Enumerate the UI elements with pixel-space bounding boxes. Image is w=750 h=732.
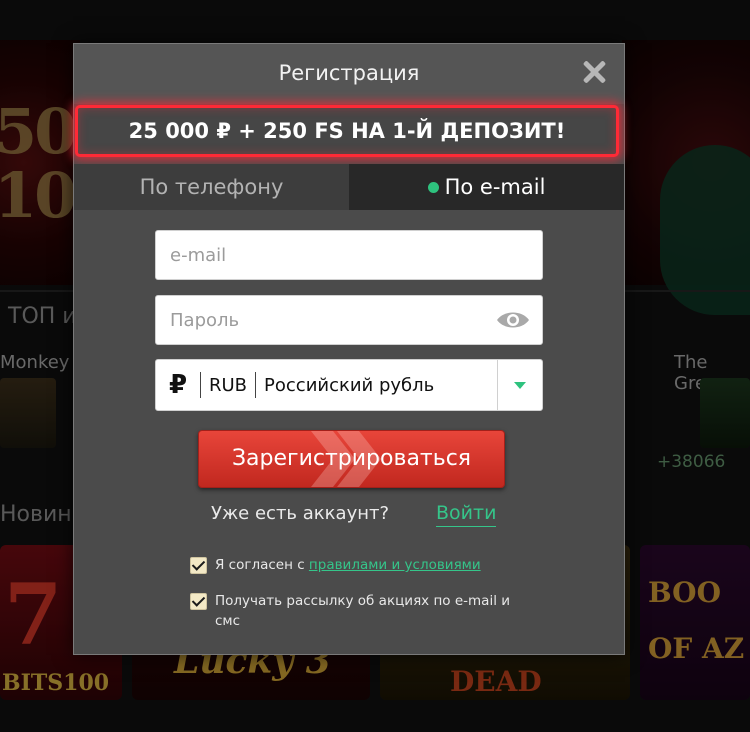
chevron-down-icon bbox=[514, 381, 526, 389]
active-dot-icon bbox=[427, 182, 439, 193]
newsletter-checkbox[interactable] bbox=[190, 593, 207, 610]
currency-select[interactable]: ₽ RUB Российский рубль bbox=[155, 359, 543, 411]
newsletter-row: Получать рассылку об акциях по e-mail и … bbox=[190, 591, 520, 631]
account-question: Уже есть аккаунт? bbox=[211, 503, 390, 524]
password-input[interactable] bbox=[156, 296, 504, 344]
register-button[interactable]: Зарегистрироваться bbox=[198, 430, 505, 488]
show-password-icon[interactable] bbox=[496, 310, 530, 330]
modal-title: Регистрация bbox=[278, 61, 420, 85]
password-field bbox=[155, 295, 543, 345]
currency-code: RUB bbox=[209, 374, 248, 396]
close-icon[interactable] bbox=[582, 60, 606, 84]
registration-tabs: По телефону По e-mail bbox=[74, 164, 624, 210]
modal-header: Регистрация bbox=[74, 44, 624, 104]
tab-phone-label: По телефону bbox=[139, 175, 284, 199]
tab-email-label: По e-mail bbox=[444, 175, 546, 199]
newsletter-label: Получать рассылку об акциях по e-mail и … bbox=[215, 593, 511, 629]
agree-terms-text: Я согласен с правилами и условиями bbox=[215, 555, 481, 575]
agree-terms-checkbox[interactable] bbox=[190, 557, 207, 574]
agree-terms-prefix: Я согласен с bbox=[215, 557, 309, 573]
registration-modal: Регистрация 25 000 ₽ + 250 FS НА 1-Й ДЕП… bbox=[73, 43, 625, 655]
currency-name: Российский рубль bbox=[264, 374, 435, 396]
rules-link[interactable]: правилами и условиями bbox=[309, 557, 481, 573]
email-input[interactable] bbox=[156, 231, 504, 279]
agree-terms-row: Я согласен с правилами и условиями bbox=[190, 555, 481, 575]
email-field bbox=[155, 230, 543, 280]
currency-dropdown-toggle[interactable] bbox=[497, 360, 542, 410]
login-link[interactable]: Войти bbox=[436, 502, 497, 527]
tab-phone[interactable]: По телефону bbox=[74, 164, 349, 210]
ruble-icon: ₽ bbox=[168, 370, 188, 400]
tab-email[interactable]: По e-mail bbox=[349, 164, 624, 210]
register-button-label: Зарегистрироваться bbox=[231, 446, 472, 471]
promo-banner: 25 000 ₽ + 250 FS НА 1-Й ДЕПОЗИТ! bbox=[75, 105, 619, 157]
